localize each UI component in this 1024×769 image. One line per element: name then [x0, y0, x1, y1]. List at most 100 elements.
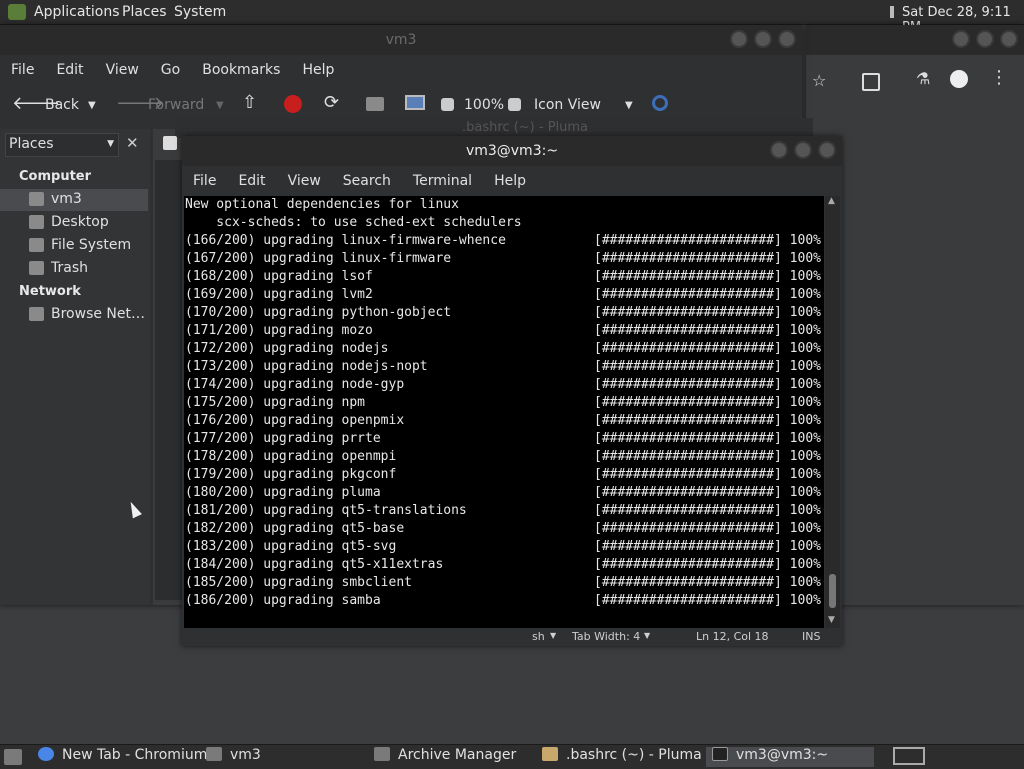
minimize-button[interactable]	[952, 30, 970, 48]
terminal-titlebar[interactable]: vm3@vm3:~	[182, 136, 842, 166]
sidebar-item-vm3[interactable]: vm3	[0, 189, 148, 211]
extensions-icon[interactable]	[862, 73, 880, 91]
menu-view[interactable]: View	[95, 62, 150, 78]
network-icon	[29, 307, 44, 321]
task-chromium[interactable]: New Tab - Chromium	[38, 747, 207, 767]
notification-icon[interactable]	[890, 6, 894, 18]
menu-go[interactable]: Go	[150, 62, 191, 78]
drive-icon	[29, 238, 44, 252]
file-manager-titlebar[interactable]: vm3	[0, 25, 802, 55]
progress-bar-text: [######################] 100%	[594, 449, 821, 464]
background-window-titlebar	[806, 25, 1024, 55]
sidebar-heading-computer: Computer	[19, 169, 92, 184]
task-vm3[interactable]: vm3	[206, 747, 261, 767]
applications-menu[interactable]: Applications	[34, 4, 120, 20]
menu-search[interactable]: Search	[332, 173, 402, 189]
terminal-line: (166/200) upgrading linux-firmware-whenc…	[184, 232, 824, 250]
browser-menu-icon[interactable]: ⋮	[990, 67, 1008, 88]
zoom-level[interactable]: 100%	[464, 97, 504, 113]
terminal-line-text: (174/200) upgrading node-gyp	[185, 377, 405, 392]
language-select[interactable]: sh	[532, 630, 545, 643]
terminal-line-text: (186/200) upgrading samba	[185, 593, 381, 608]
zoom-out-icon[interactable]	[441, 98, 454, 111]
menu-file[interactable]: File	[182, 173, 227, 189]
back-history-chevron-icon[interactable]: ▼	[88, 100, 96, 111]
terminal-line-text: (167/200) upgrading linux-firmware	[185, 251, 452, 266]
minimize-button[interactable]	[730, 30, 748, 48]
terminal-line-text: (177/200) upgrading prrte	[185, 431, 381, 446]
sidebar-item-label: Browse Net…	[51, 306, 146, 322]
bookmark-star-icon[interactable]: ☆	[812, 71, 826, 90]
task-label: vm3	[230, 747, 261, 763]
forward-history-chevron-icon[interactable]: ▼	[216, 100, 224, 111]
menu-edit[interactable]: Edit	[45, 62, 94, 78]
maximize-button[interactable]	[794, 141, 812, 159]
home-folder-icon[interactable]	[366, 97, 384, 111]
close-button[interactable]	[778, 30, 796, 48]
back-button[interactable]: Back	[45, 97, 79, 113]
chromium-icon	[38, 747, 54, 761]
sidebar: Places ▼ ✕ Computer vm3 Desktop File Sys…	[0, 129, 150, 605]
sidebar-selector[interactable]: Places ▼	[5, 133, 119, 157]
home-folder-icon	[29, 192, 44, 206]
terminal-line: (178/200) upgrading openmpi [############…	[184, 448, 824, 466]
terminal-line: (174/200) upgrading node-gyp [###########…	[184, 376, 824, 394]
terminal-line-text: (184/200) upgrading qt5-x11extras	[185, 557, 444, 572]
system-menu[interactable]: System	[174, 4, 226, 20]
pluma-editor-area[interactable]	[155, 160, 182, 600]
terminal-scrollbar[interactable]: ▲ ▼	[825, 196, 840, 628]
view-mode-select[interactable]: Icon View	[534, 97, 601, 113]
show-desktop-icon[interactable]	[4, 749, 22, 765]
sidebar-item-trash[interactable]: Trash	[0, 258, 148, 280]
up-arrow-icon[interactable]: ⇧	[242, 92, 257, 113]
browser-toolbar: ☆ ⚗ ⋮	[806, 57, 1024, 107]
close-button[interactable]	[1000, 30, 1018, 48]
scroll-up-arrow-icon[interactable]: ▲	[828, 196, 835, 206]
sidebar-item-file-system[interactable]: File System	[0, 235, 148, 257]
sidebar-item-label: File System	[51, 237, 132, 253]
task-label: Archive Manager	[398, 747, 517, 763]
menu-bookmarks[interactable]: Bookmarks	[191, 62, 291, 78]
pluma-window-titlebar[interactable]: .bashrc (~) - Pluma	[175, 118, 813, 138]
scrollbar-thumb[interactable]	[829, 574, 836, 608]
sidebar-close-icon[interactable]: ✕	[126, 134, 139, 152]
labs-flask-icon[interactable]: ⚗	[916, 69, 930, 88]
maximize-button[interactable]	[976, 30, 994, 48]
task-label: New Tab - Chromium	[62, 747, 208, 763]
view-mode-chevron-icon[interactable]: ▼	[625, 100, 633, 111]
mate-logo-icon[interactable]	[8, 4, 26, 20]
menu-file[interactable]: File	[0, 62, 45, 78]
sidebar-item-desktop[interactable]: Desktop	[0, 212, 148, 234]
menu-help[interactable]: Help	[291, 62, 345, 78]
profile-avatar[interactable]	[950, 70, 968, 88]
minimize-button[interactable]	[770, 141, 788, 159]
sidebar-item-browse-network[interactable]: Browse Net…	[0, 304, 148, 326]
terminal-line: (170/200) upgrading python-gobject [#####…	[184, 304, 824, 322]
terminal-output[interactable]: New optional dependencies for linux scx-…	[184, 196, 824, 628]
workspace-switcher[interactable]	[893, 747, 925, 765]
menu-edit[interactable]: Edit	[227, 173, 276, 189]
top-panel: Applications Places System Sat Dec 28, 9…	[0, 0, 1024, 35]
places-menu[interactable]: Places	[122, 4, 167, 20]
task-terminal[interactable]: vm3@vm3:~	[706, 747, 874, 767]
terminal-line-text: (180/200) upgrading pluma	[185, 485, 381, 500]
task-pluma[interactable]: .bashrc (~) - Pluma	[542, 747, 702, 767]
tab-width-select[interactable]: Tab Width: 4	[572, 630, 640, 643]
terminal-line-text: (171/200) upgrading mozo	[185, 323, 373, 338]
computer-icon[interactable]	[405, 95, 425, 110]
stop-icon[interactable]	[284, 95, 302, 113]
reload-icon[interactable]: ⟳	[324, 92, 339, 113]
maximize-button[interactable]	[754, 30, 772, 48]
close-button[interactable]	[818, 141, 836, 159]
progress-bar-text: [######################] 100%	[594, 557, 821, 572]
progress-bar-text: [######################] 100%	[594, 377, 821, 392]
menu-help[interactable]: Help	[483, 173, 537, 189]
menu-terminal[interactable]: Terminal	[402, 173, 483, 189]
task-archive-manager[interactable]: Archive Manager	[374, 747, 516, 767]
menu-view[interactable]: View	[277, 173, 332, 189]
search-icon[interactable]	[652, 95, 668, 111]
task-label: .bashrc (~) - Pluma	[566, 747, 702, 763]
terminal-line-text: (169/200) upgrading lvm2	[185, 287, 373, 302]
forward-button[interactable]: Forward	[148, 97, 204, 113]
zoom-in-icon[interactable]	[508, 98, 521, 111]
